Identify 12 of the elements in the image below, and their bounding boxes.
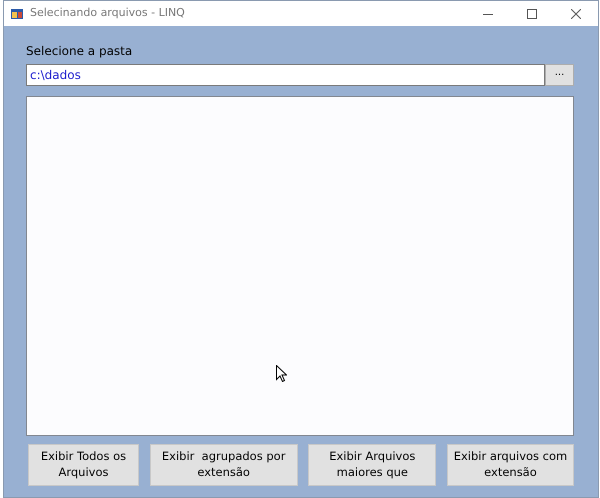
close-icon[interactable] (571, 8, 581, 18)
folder-label: Selecione a pasta (26, 44, 132, 58)
browse-button[interactable]: ... (545, 64, 574, 86)
action-button[interactable]: Exibir Arquivos maiores que (308, 444, 436, 486)
maximize-icon[interactable] (527, 8, 537, 18)
mouse-cursor-icon (276, 365, 287, 382)
window-title: Selecinando arquivos - LINQ (30, 5, 185, 22)
action-button[interactable]: Exibir agrupados por extensão (150, 444, 298, 486)
folder-path-field[interactable]: c:\dados (26, 64, 545, 86)
action-button[interactable]: Exibir arquivos com extensão (446, 444, 574, 486)
action-button[interactable]: Exibir Todos os Arquivos (28, 444, 139, 486)
app-icon (10, 6, 24, 20)
